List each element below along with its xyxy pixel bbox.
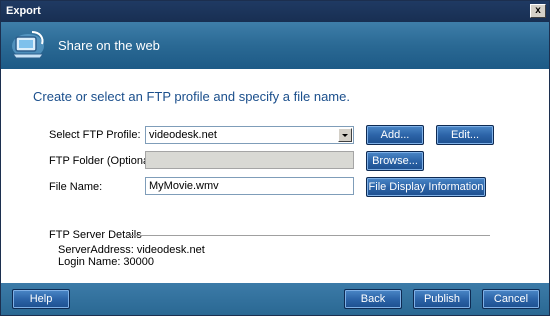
window-title: Export: [6, 5, 41, 17]
publish-button[interactable]: Publish: [413, 289, 471, 309]
browse-button[interactable]: Browse...: [366, 151, 424, 171]
ftp-profile-label: Select FTP Profile:: [49, 129, 141, 141]
file-name-value: MyMovie.wmv: [149, 180, 219, 192]
instruction-heading: Create or select an FTP profile and spec…: [33, 89, 350, 104]
share-web-icon: [12, 31, 44, 59]
banner: Share on the web: [1, 22, 549, 69]
content-area: Create or select an FTP profile and spec…: [1, 69, 549, 283]
file-name-label: File Name:: [49, 181, 103, 193]
close-button[interactable]: x: [530, 4, 546, 18]
section-divider: [126, 235, 490, 236]
ftp-folder-label: FTP Folder (Optional):: [49, 155, 159, 167]
export-dialog: Export x Share on the web Create or sele…: [0, 0, 550, 316]
cancel-button[interactable]: Cancel: [482, 289, 540, 309]
banner-title: Share on the web: [58, 38, 160, 53]
edit-profile-button[interactable]: Edit...: [436, 125, 494, 145]
footer-bar: Help Back Publish Cancel: [1, 283, 549, 315]
help-button[interactable]: Help: [12, 289, 70, 309]
file-display-information-button[interactable]: File Display Information: [366, 177, 486, 197]
back-button[interactable]: Back: [344, 289, 402, 309]
ftp-folder-input[interactable]: [145, 151, 354, 169]
ftp-profile-value: videodesk.net: [149, 129, 217, 141]
file-name-input[interactable]: MyMovie.wmv: [145, 177, 354, 195]
title-bar: Export x: [1, 1, 549, 22]
ftp-profile-select[interactable]: videodesk.net: [145, 126, 354, 144]
server-address: ServerAddress: videodesk.net: [58, 244, 205, 256]
chevron-down-icon[interactable]: [338, 128, 352, 142]
add-profile-button[interactable]: Add...: [366, 125, 424, 145]
login-name: Login Name: 30000: [58, 256, 155, 268]
